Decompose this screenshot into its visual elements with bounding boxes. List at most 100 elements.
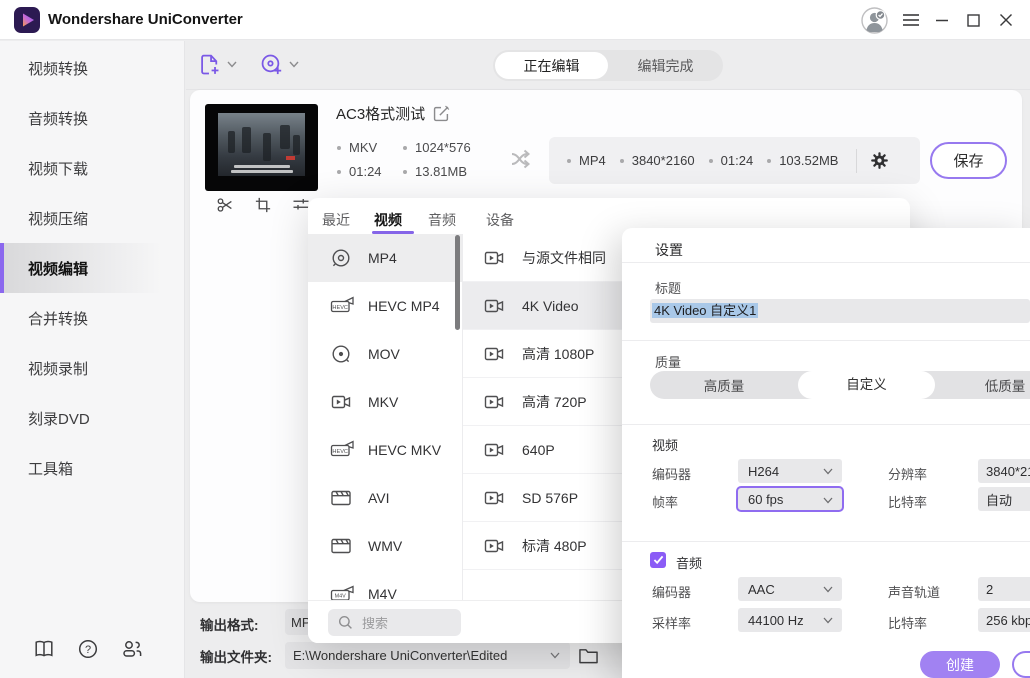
quality-option-custom[interactable]: 自定义 [798, 371, 935, 399]
format-option-wmv[interactable]: WMV [308, 522, 462, 570]
thumbnail-scene [218, 113, 305, 176]
video-bitrate-value[interactable]: 自动 [978, 487, 1030, 511]
minimize-button[interactable] [930, 0, 954, 40]
audio-channels-value[interactable]: 2 [978, 577, 1030, 601]
title-bar: Wondershare UniConverter [0, 0, 1030, 40]
video-camera-icon [483, 439, 505, 461]
tab-finished[interactable]: 编辑完成 [608, 56, 723, 76]
sidebar-item-screen-record[interactable]: 视频录制 [0, 343, 184, 393]
add-disc-button[interactable] [259, 52, 299, 77]
samplerate-select[interactable]: 44100 Hz [738, 608, 842, 632]
chevron-down-icon [823, 617, 833, 624]
settings-title: 设置 [655, 240, 683, 260]
video-resolution-value[interactable]: 3840*2160 [978, 459, 1030, 483]
sidebar-item-burn-dvd[interactable]: 刻录DVD [0, 393, 184, 443]
sidebar-item-label: 合并转换 [28, 308, 88, 329]
audio-checkbox[interactable] [650, 552, 666, 568]
sidebar-item-label: 视频压缩 [28, 208, 88, 229]
sidebar-item-label: 工具箱 [28, 458, 73, 479]
sidebar-item-toolbox[interactable]: 工具箱 [0, 443, 184, 493]
sidebar-item-label: 音频转换 [28, 108, 88, 129]
preset-name-input[interactable]: 4K Video 自定义1 [650, 299, 1030, 323]
sidebar-item-video-download[interactable]: 视频下载 [0, 143, 184, 193]
svg-text:HEVC: HEVC [332, 449, 348, 455]
audio-channels-label: 声音轨道 [888, 582, 940, 601]
format-option-mov[interactable]: MOV [308, 330, 462, 378]
trim-scissors-icon[interactable] [216, 196, 234, 214]
popup-tab-device[interactable]: 设备 [486, 210, 514, 230]
framerate-select[interactable]: 60 fps [736, 486, 844, 512]
guide-book-icon[interactable] [33, 638, 55, 660]
sidebar-item-label: 视频录制 [28, 358, 88, 379]
quality-option-low[interactable]: 低质量 [935, 375, 1030, 395]
output-resolution: 3840*2160 [620, 153, 695, 168]
crop-icon[interactable] [254, 196, 272, 214]
audio-bitrate-value[interactable]: 256 kbps [978, 608, 1030, 632]
close-icon [999, 13, 1013, 27]
video-camera-icon [483, 343, 505, 365]
format-option-hevc-mkv[interactable]: HEVC HEVC MKV [308, 426, 462, 474]
file-title: AC3格式测试 [336, 103, 425, 124]
output-summary: MP4 3840*2160 01:24 103.52MB [549, 137, 920, 184]
maximize-button[interactable] [961, 0, 985, 40]
source-format: MKV [337, 140, 377, 155]
check-icon [653, 555, 664, 565]
browse-folder-icon[interactable] [578, 646, 599, 665]
sidebar-item-label: 刻录DVD [28, 408, 90, 429]
add-file-icon [197, 52, 222, 77]
sidebar-item-video-edit[interactable]: 视频编辑 [0, 243, 184, 293]
popup-tab-video[interactable]: 视频 [374, 210, 402, 230]
rename-edit-icon[interactable] [432, 104, 451, 123]
secondary-button[interactable] [1012, 651, 1030, 678]
create-button[interactable]: 创建 [920, 651, 1000, 678]
convert-shuffle-icon [510, 148, 538, 170]
search-input[interactable]: 搜索 [328, 609, 461, 636]
menu-button[interactable] [899, 0, 923, 40]
quality-segmented-control: 高质量 自定义 低质量 [650, 371, 1030, 399]
video-camera-icon [330, 391, 352, 413]
save-button[interactable]: 保存 [930, 142, 1007, 179]
name-label: 标题 [655, 278, 681, 297]
video-thumbnail[interactable] [205, 104, 318, 191]
app-logo-icon [14, 7, 40, 33]
output-folder-label: 输出文件夹: [200, 646, 272, 666]
output-folder-value: E:\Wondershare UniConverter\Edited [293, 648, 538, 663]
sidebar-item-label: 视频编辑 [28, 258, 88, 279]
format-option-mp4[interactable]: MP4 [308, 234, 462, 282]
source-resolution: 1024*576 [403, 140, 471, 155]
add-disc-icon [259, 52, 284, 77]
m4v-badge-icon: M4V [330, 583, 356, 600]
source-duration: 01:24 [337, 164, 382, 179]
help-icon[interactable]: ? [77, 638, 99, 660]
format-list-scrollbar[interactable] [455, 235, 460, 330]
community-people-icon[interactable] [121, 638, 143, 660]
video-encoder-select[interactable]: H264 [738, 459, 842, 483]
quality-option-high[interactable]: 高质量 [650, 375, 798, 395]
popup-tab-recent[interactable]: 最近 [322, 210, 350, 230]
format-option-m4v[interactable]: M4V M4V [308, 570, 462, 600]
selected-text: 4K Video 自定义1 [652, 303, 758, 318]
sidebar-item-merge-convert[interactable]: 合并转换 [0, 293, 184, 343]
format-option-avi[interactable]: AVI [308, 474, 462, 522]
sidebar-item-video-convert[interactable]: 视频转换 [0, 43, 184, 93]
sidebar: 视频转换 音频转换 视频下载 视频压缩 视频编辑 合并转换 视频录制 刻录DVD… [0, 41, 185, 678]
audio-encoder-select[interactable]: AAC [738, 577, 842, 601]
format-option-hevc-mp4[interactable]: HEVC HEVC MP4 [308, 282, 462, 330]
question-glyph: ? [85, 644, 91, 656]
video-bitrate-label: 比特率 [888, 492, 927, 511]
chevron-down-icon [823, 586, 833, 593]
format-option-mkv[interactable]: MKV [308, 378, 462, 426]
add-file-button[interactable] [197, 52, 237, 77]
settings-panel: 设置 标题 4K Video 自定义1 质量 高质量 自定义 低质量 视频 编码… [622, 228, 1030, 678]
sidebar-item-audio-convert[interactable]: 音频转换 [0, 93, 184, 143]
settings-gear-icon[interactable] [870, 151, 889, 170]
sidebar-item-video-compress[interactable]: 视频压缩 [0, 193, 184, 243]
output-format: MP4 [567, 153, 606, 168]
close-button[interactable] [994, 0, 1018, 40]
output-folder-select[interactable]: E:\Wondershare UniConverter\Edited [285, 642, 570, 669]
hevc-badge-icon: HEVC [330, 295, 356, 317]
tab-editing[interactable]: 正在编辑 [495, 52, 608, 79]
account-avatar[interactable] [861, 0, 888, 40]
editing-state-tabs: 正在编辑 编辑完成 [493, 50, 723, 81]
popup-tab-audio[interactable]: 音频 [428, 210, 456, 230]
